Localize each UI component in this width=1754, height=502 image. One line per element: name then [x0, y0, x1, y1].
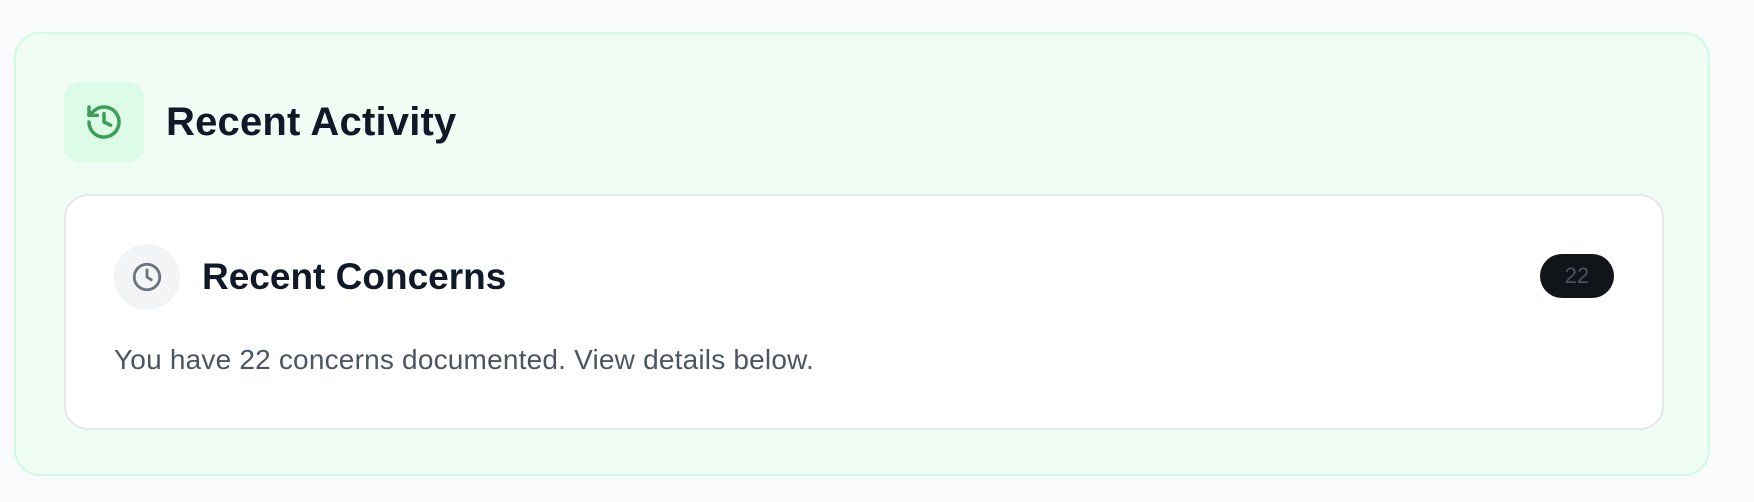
recent-activity-header: Recent Activity [64, 82, 457, 162]
concerns-description: You have 22 concerns documented. View de… [114, 344, 814, 375]
recent-concerns-title: Recent Concerns [202, 256, 507, 297]
recent-activity-card: Recent Activity Recent Concerns 22 You h… [14, 32, 1710, 476]
recent-concerns-card[interactable]: Recent Concerns 22 You have 22 concerns … [64, 194, 1664, 430]
recent-concerns-header: Recent Concerns [114, 244, 506, 310]
clock-icon [114, 244, 180, 310]
history-icon [64, 82, 144, 162]
recent-activity-title: Recent Activity [166, 99, 457, 144]
concerns-count-badge: 22 [1540, 254, 1614, 298]
